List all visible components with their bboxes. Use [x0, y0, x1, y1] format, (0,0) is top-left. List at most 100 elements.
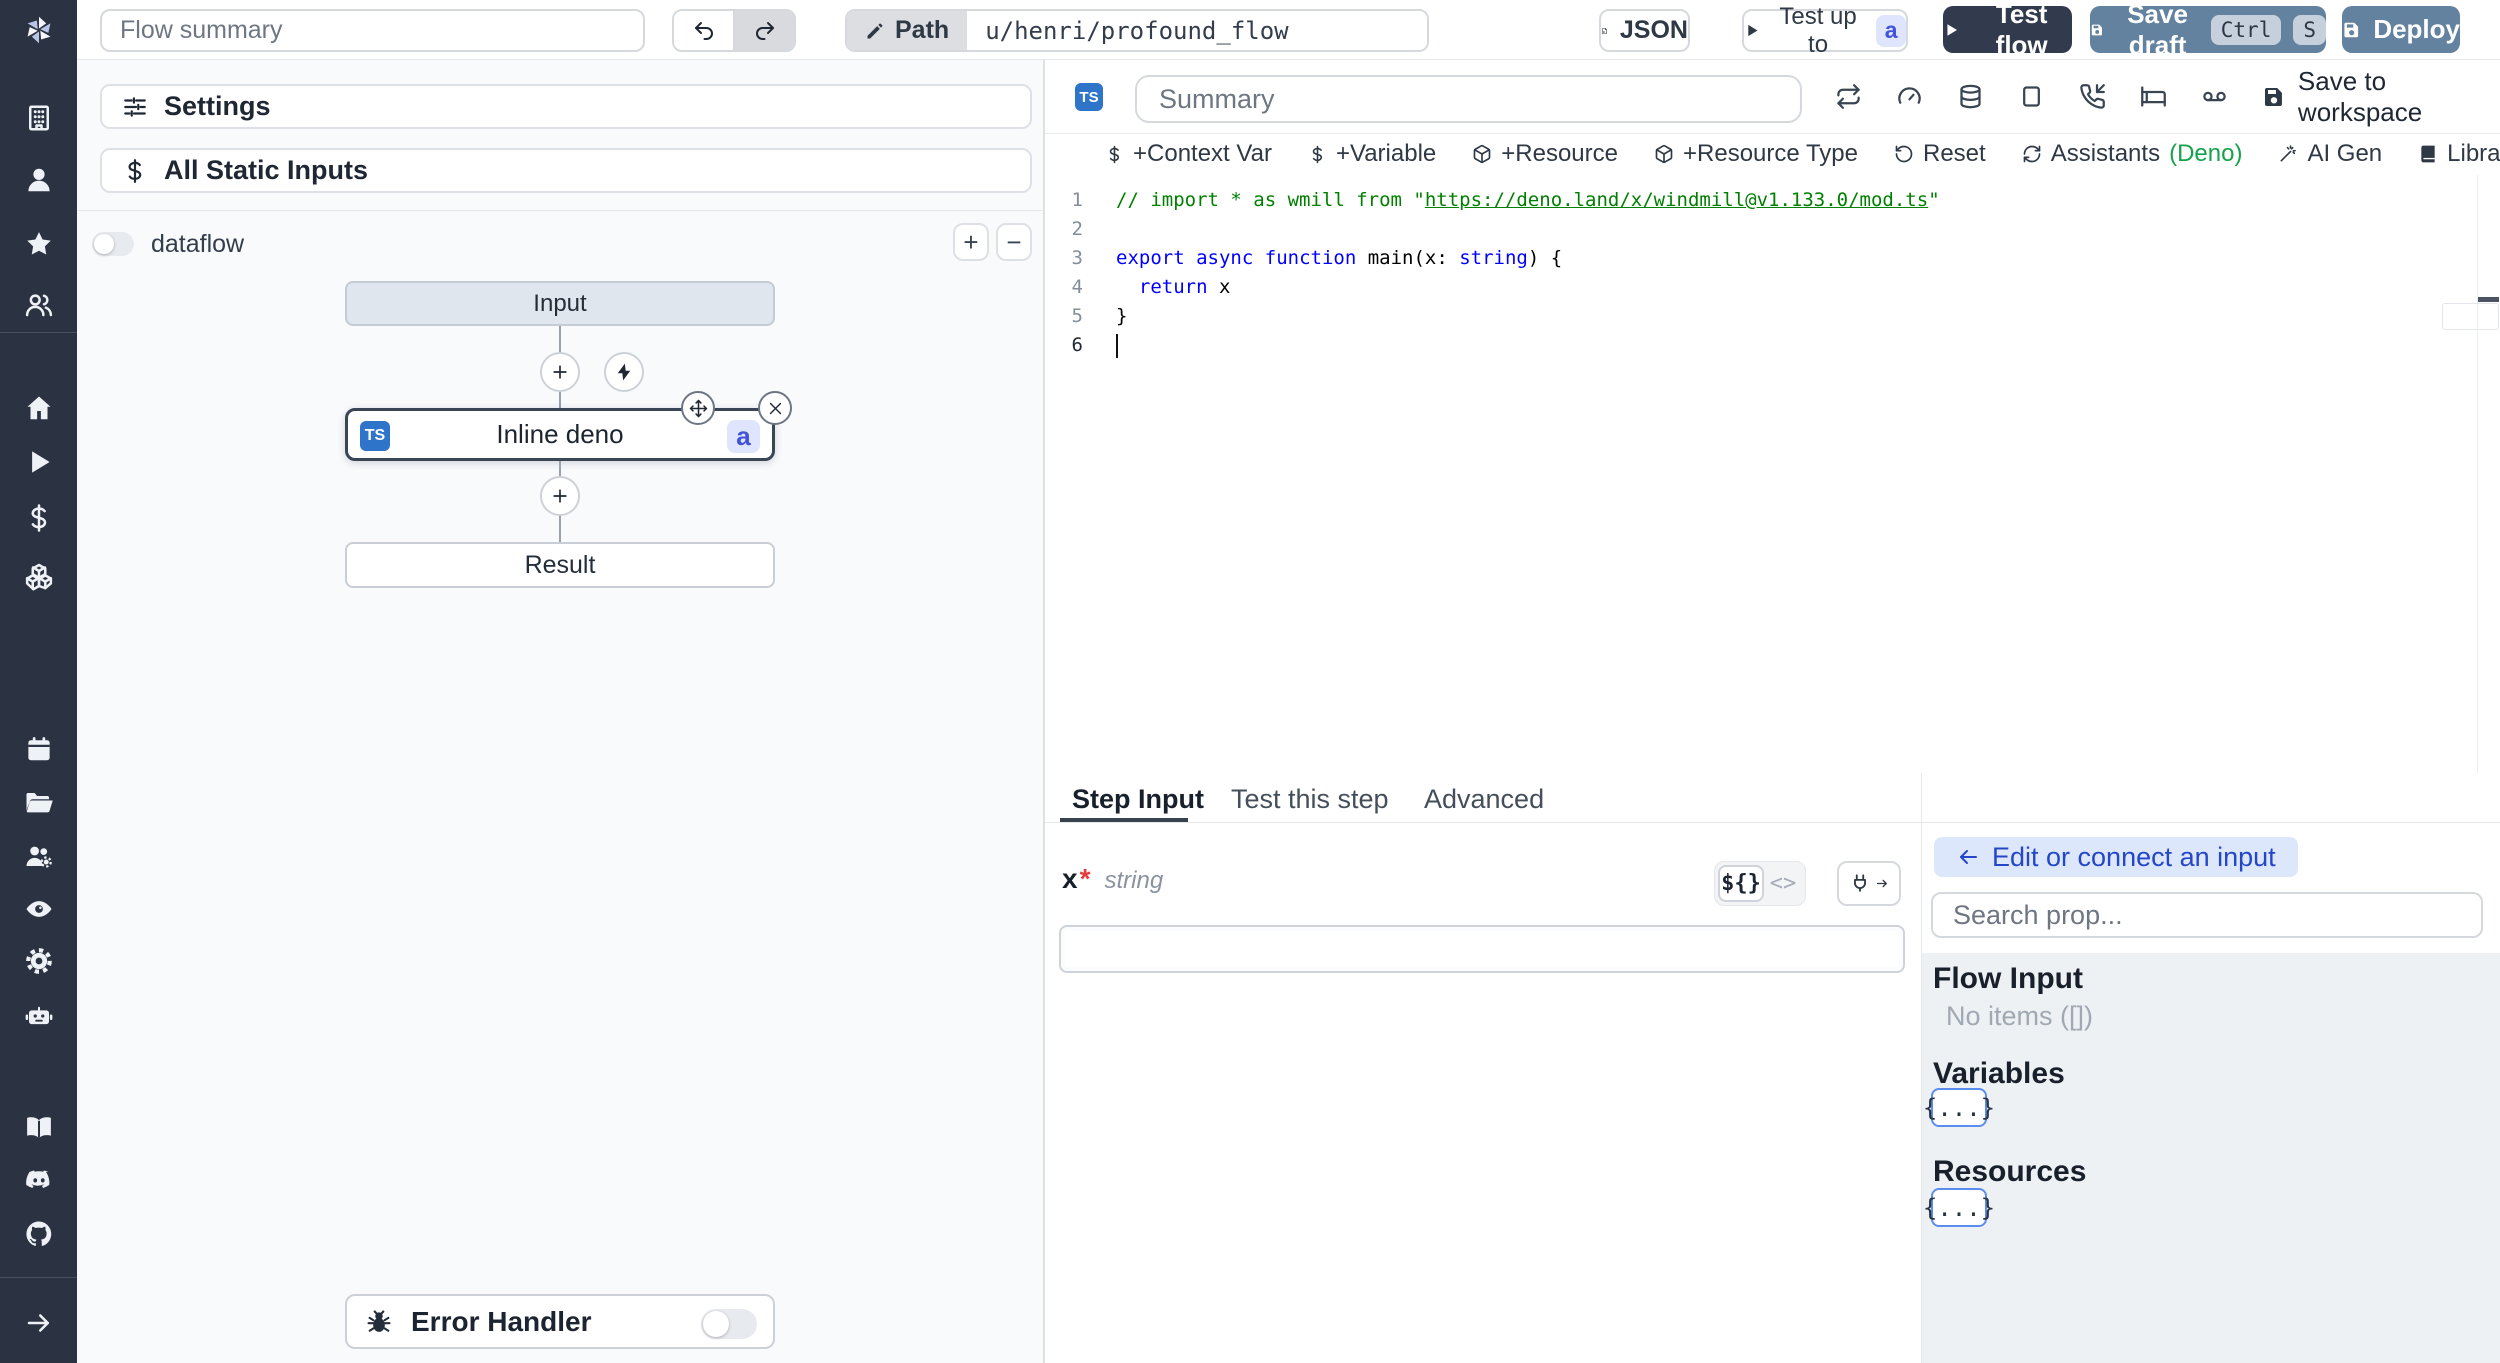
move-step-button[interactable] [681, 391, 715, 425]
graph-node-result[interactable]: Result [345, 542, 775, 588]
code-line[interactable] [1116, 215, 2470, 244]
sidebar-item-workers[interactable] [0, 841, 77, 871]
add-trigger-button[interactable] [604, 352, 644, 392]
code-mode-segment[interactable]: <> [1764, 865, 1802, 902]
error-handler-row[interactable]: Error Handler [345, 1294, 775, 1349]
early-stop-button[interactable] [1896, 83, 1923, 110]
text-cursor [1116, 333, 1118, 358]
code-lines[interactable]: // import * as wmill from "https://deno.… [1116, 186, 2470, 360]
line-number: 3 [1071, 247, 1083, 269]
concurrency-button[interactable] [2201, 83, 2228, 110]
toggle-knob [703, 1311, 729, 1337]
code-line[interactable]: // import * as wmill from "https://deno.… [1116, 186, 2470, 215]
graph-zoom-out-button[interactable]: − [996, 223, 1032, 261]
path-input[interactable] [967, 11, 1428, 50]
gauge-icon [1898, 87, 1921, 104]
add-resource-button[interactable]: +Resource [1472, 140, 1618, 168]
tab-step-input[interactable]: Step Input [1072, 784, 1204, 815]
tabs-border [1045, 822, 2500, 823]
add-resource-type-button[interactable]: +Resource Type [1654, 140, 1858, 168]
sidebar-item-workspace[interactable] [0, 103, 77, 133]
test-flow-button[interactable]: Test flow [1943, 0, 2072, 60]
sidebar-item-audit-logs[interactable] [0, 894, 77, 924]
retries-button[interactable] [1835, 83, 1862, 110]
tab-advanced[interactable]: Advanced [1424, 784, 1544, 815]
save-to-workspace-label: Save to workspace [2297, 65, 2423, 127]
code-editor[interactable]: 1 2 3 4 5 6 // import * as wmill from "https:… [1045, 175, 2500, 773]
edit-or-connect-input-button[interactable]: Edit or connect an input [1934, 837, 2298, 877]
overview-ruler-mark [2478, 297, 2499, 302]
error-handler-toggle[interactable] [701, 1309, 757, 1339]
path-button[interactable]: Path [847, 11, 968, 50]
dataflow-toggle[interactable] [92, 232, 134, 256]
test-up-to-button[interactable]: Test up to a [1742, 3, 1908, 58]
flow-settings-button[interactable]: Settings [100, 84, 1032, 129]
graph-edge [559, 326, 561, 354]
sidebar-item-github[interactable] [0, 1219, 77, 1249]
insert-step-button[interactable] [540, 352, 580, 392]
sidebar-item-runs[interactable] [0, 447, 77, 477]
calendar-icon [27, 737, 50, 761]
code-line[interactable]: } [1116, 302, 2470, 331]
graph-node-input[interactable]: Input [345, 281, 775, 326]
reset-button[interactable]: Reset [1894, 140, 1986, 168]
sidebar-item-favorites[interactable] [0, 229, 77, 259]
search-prop-input[interactable] [1931, 892, 2483, 938]
redo-button[interactable] [735, 11, 794, 50]
graph-zoom-in-button[interactable]: + [953, 223, 989, 261]
step-summary-input[interactable] [1135, 75, 1802, 123]
tab-test-this-step[interactable]: Test this step [1231, 784, 1389, 815]
all-static-inputs-button[interactable]: All Static Inputs [100, 148, 1032, 193]
code-line[interactable]: export async function main(x: string) { [1116, 244, 2470, 273]
code-line[interactable]: return x [1116, 273, 2470, 302]
sidebar-item-settings[interactable] [0, 946, 77, 976]
eye-icon [26, 901, 51, 917]
arg-value-input[interactable] [1059, 925, 1905, 973]
save-draft-button[interactable]: Save draft Ctrl S [2090, 0, 2326, 60]
insert-step-button[interactable] [540, 476, 580, 516]
sidebar-item-docs[interactable] [0, 1112, 77, 1142]
resources-chip[interactable]: {...} [1923, 1188, 1995, 1227]
variables-chip[interactable]: {...} [1923, 1088, 1995, 1127]
assistants-button[interactable]: Assistants (Deno) [2022, 140, 2242, 168]
sidebar-item-home[interactable] [0, 393, 77, 423]
undo-button[interactable] [674, 11, 733, 50]
sidebar-expand-button[interactable] [0, 1308, 77, 1338]
line-number: 2 [1071, 218, 1083, 240]
sidebar-item-ai[interactable] [0, 1001, 77, 1031]
cache-button[interactable] [1957, 83, 1984, 110]
deploy-button[interactable]: Deploy [2342, 6, 2460, 53]
sidebar-item-folders[interactable] [0, 788, 77, 818]
json-button[interactable]: JSON [1599, 9, 1690, 52]
ai-gen-button[interactable]: AI Gen [2278, 140, 2382, 168]
sidebar-item-schedules[interactable] [0, 734, 77, 764]
save-to-workspace-button[interactable]: Save to workspace [2262, 66, 2500, 128]
edit-or-connect-label: Edit or connect an input [1992, 841, 2276, 872]
sidebar-item-variables[interactable] [0, 503, 77, 533]
library-button[interactable]: Library [2418, 140, 2500, 168]
sidebar-item-discord[interactable] [0, 1165, 77, 1195]
sidebar-item-resources[interactable] [0, 561, 77, 591]
code-line[interactable] [1116, 331, 2470, 360]
sleep-button[interactable] [2140, 83, 2167, 110]
flow-settings-label: Settings [164, 91, 271, 121]
delete-step-button[interactable] [758, 391, 792, 425]
template-mode-segment[interactable]: ${} [1718, 865, 1764, 902]
mock-button[interactable] [2018, 83, 2045, 110]
code-token: x [1207, 276, 1231, 298]
windmill-logo[interactable] [0, 12, 77, 48]
sidebar-item-groups[interactable] [0, 290, 77, 320]
windmill-flow-editor: Path JSON Test up to a Test flow [0, 0, 2500, 1363]
square-icon [2023, 86, 2040, 107]
all-static-inputs-label: All Static Inputs [164, 155, 369, 185]
add-variable-button[interactable]: +Variable [1308, 140, 1436, 168]
code-token: // import * as wmill from " [1116, 189, 1425, 211]
scroll-widget[interactable] [2442, 303, 2499, 330]
flow-summary-input[interactable] [100, 9, 645, 52]
star-icon [26, 232, 51, 255]
sidebar-item-user[interactable] [0, 165, 77, 195]
connect-input-button[interactable] [1837, 861, 1901, 906]
arrow-right-icon [27, 1314, 49, 1332]
suspend-button[interactable] [2079, 83, 2106, 110]
add-context-var-button[interactable]: +Context Var [1105, 140, 1272, 168]
